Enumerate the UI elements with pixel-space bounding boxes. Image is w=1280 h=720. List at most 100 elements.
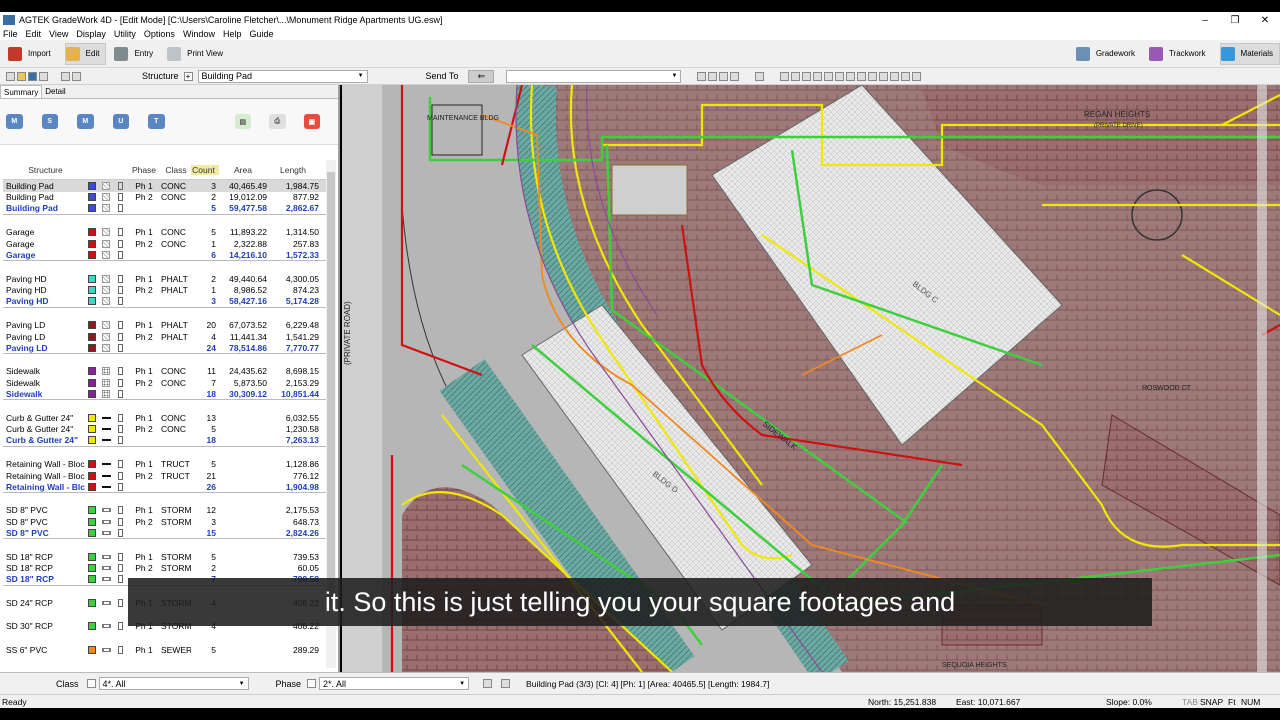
restore-icon[interactable]: ❐ <box>1220 15 1250 26</box>
visibility-cell[interactable] <box>113 181 127 190</box>
entry-button[interactable]: Entry <box>114 44 159 64</box>
color-swatch[interactable] <box>88 332 96 341</box>
site-summary-icon[interactable]: S <box>41 114 58 129</box>
new-file-icon[interactable] <box>6 71 15 81</box>
visibility-cell[interactable] <box>113 389 127 398</box>
visibility-cell[interactable] <box>113 239 127 248</box>
pipe-style-icon[interactable] <box>101 531 111 536</box>
pipe-style-icon[interactable] <box>101 508 111 513</box>
color-swatch-cell[interactable] <box>85 622 99 631</box>
fill-pattern-icon[interactable] <box>102 343 110 352</box>
pattern-cell[interactable] <box>99 439 113 442</box>
color-swatch[interactable] <box>88 529 96 538</box>
color-swatch-cell[interactable] <box>85 482 99 491</box>
visibility-toggle-icon[interactable] <box>117 274 123 283</box>
pattern-cell[interactable] <box>99 286 113 295</box>
color-swatch[interactable] <box>88 518 96 527</box>
pipe-style-icon[interactable] <box>101 554 111 559</box>
menu-display[interactable]: Display <box>76 29 106 39</box>
table-row[interactable]: Retaining Wall - Bloc Ph 1 TRUCT 5 1,128.86 <box>3 458 333 470</box>
color-swatch-cell[interactable] <box>85 239 99 248</box>
visibility-toggle-icon[interactable] <box>117 320 123 329</box>
color-swatch[interactable] <box>88 506 96 515</box>
header-length[interactable]: Length <box>267 165 319 175</box>
fill-pattern-icon[interactable] <box>102 239 110 248</box>
color-swatch-cell[interactable] <box>85 460 99 469</box>
pattern-cell[interactable] <box>99 239 113 248</box>
visibility-cell[interactable] <box>113 332 127 341</box>
table-row[interactable]: SS 6" PVC Ph 1 SEWER 5 289.29 <box>3 644 333 656</box>
list-view-icon[interactable] <box>72 71 81 81</box>
visibility-cell[interactable] <box>113 471 127 480</box>
color-swatch[interactable] <box>88 378 96 387</box>
table-row[interactable]: SD 18" RCP Ph 2 STORM 2 60.05 <box>3 563 333 575</box>
menu-guide[interactable]: Guide <box>249 29 273 39</box>
fill-pattern-icon[interactable] <box>102 320 110 329</box>
filter-icon[interactable] <box>835 71 845 81</box>
color-swatch[interactable] <box>88 228 96 237</box>
move-icon[interactable] <box>857 71 867 81</box>
pattern-cell[interactable] <box>99 601 113 606</box>
table-row[interactable]: Paving LD Ph 2 PHALT 4 11,441.34 1,541.29 <box>3 331 333 343</box>
pattern-cell[interactable] <box>99 647 113 652</box>
table-row[interactable]: Curb & Gutter 24" Ph 1 CONC 13 6,032.55 <box>3 412 333 424</box>
hand-icon[interactable] <box>791 71 801 81</box>
fill-pattern-icon[interactable] <box>102 228 110 237</box>
visibility-toggle-icon[interactable] <box>117 552 123 561</box>
minimize-icon[interactable]: – <box>1190 15 1220 26</box>
page-icon[interactable] <box>890 71 900 81</box>
pattern-cell[interactable] <box>99 531 113 536</box>
panel-toggle-icon[interactable] <box>483 679 493 688</box>
visibility-toggle-icon[interactable] <box>117 460 123 469</box>
pattern-cell[interactable] <box>99 389 113 398</box>
visibility-toggle-icon[interactable] <box>117 471 123 480</box>
pattern-cell[interactable] <box>99 193 113 202</box>
send-to-arrow-button[interactable]: ⇐ <box>468 69 495 83</box>
visibility-cell[interactable] <box>113 482 127 491</box>
color-swatch[interactable] <box>88 575 96 584</box>
visibility-cell[interactable] <box>113 622 127 631</box>
fill-pattern-icon[interactable] <box>102 204 110 213</box>
color-swatch[interactable] <box>88 471 96 480</box>
pattern-cell[interactable] <box>99 428 113 431</box>
pattern-cell[interactable] <box>99 320 113 329</box>
fill-pattern-icon[interactable] <box>102 193 110 202</box>
download-icon[interactable] <box>755 71 765 81</box>
visibility-cell[interactable] <box>113 552 127 561</box>
table-row[interactable]: Paving HD Ph 1 PHALT 2 49,440.64 4,300.05 <box>3 273 333 285</box>
fill-pattern-icon[interactable] <box>102 274 110 283</box>
visibility-cell[interactable] <box>113 193 127 202</box>
trackwork-button[interactable]: Trackwork <box>1148 43 1212 65</box>
table-row[interactable]: Retaining Wall - Bloc Ph 2 TRUCT 21 776.12 <box>3 470 333 482</box>
utility-summary-icon[interactable]: U <box>112 114 129 129</box>
color-swatch-cell[interactable] <box>85 250 99 259</box>
total-row[interactable]: Building Pad 5 59,477.58 2,862.67 <box>3 203 333 215</box>
color-swatch[interactable] <box>88 645 96 654</box>
header-count[interactable]: Count <box>191 164 219 175</box>
pipe-style-icon[interactable] <box>101 520 111 525</box>
menu-view[interactable]: View <box>49 29 68 39</box>
pattern-cell[interactable] <box>99 577 113 582</box>
visibility-cell[interactable] <box>113 645 127 654</box>
visibility-toggle-icon[interactable] <box>117 239 123 248</box>
tab-detail[interactable]: Detail <box>42 85 68 98</box>
visibility-cell[interactable] <box>113 378 127 387</box>
pipe-style-icon[interactable] <box>101 647 111 652</box>
selection-icon[interactable] <box>501 679 511 688</box>
visibility-toggle-icon[interactable] <box>117 529 123 538</box>
pattern-cell[interactable] <box>99 274 113 283</box>
fill-pattern-icon[interactable] <box>102 378 110 387</box>
visibility-toggle-icon[interactable] <box>117 332 123 341</box>
menu-window[interactable]: Window <box>183 29 215 39</box>
visibility-toggle-icon[interactable] <box>117 181 123 190</box>
color-swatch[interactable] <box>88 297 96 306</box>
color-swatch[interactable] <box>88 599 96 608</box>
add-class-icon[interactable] <box>86 679 96 688</box>
export-icon[interactable]: ▤ <box>234 114 251 129</box>
zoom-window-icon[interactable] <box>719 71 729 81</box>
total-row[interactable]: Retaining Wall - Blc 26 1,904.98 <box>3 481 333 494</box>
color-swatch-cell[interactable] <box>85 436 99 445</box>
color-swatch-cell[interactable] <box>85 193 99 202</box>
color-swatch-cell[interactable] <box>85 413 99 422</box>
color-swatch[interactable] <box>88 181 96 190</box>
